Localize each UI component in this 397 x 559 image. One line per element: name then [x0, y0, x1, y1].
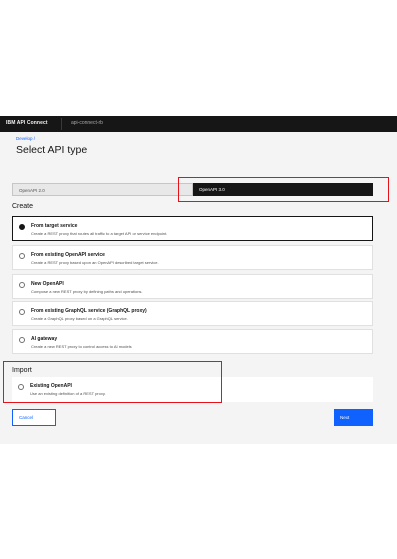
option-description: Create a GraphQL proxy based on a GraphQ… [31, 316, 128, 321]
next-button[interactable]: Next [334, 409, 373, 426]
cancel-button[interactable]: Cancel [12, 409, 56, 426]
divider [61, 118, 62, 130]
radio-icon [19, 253, 25, 259]
option-new-openapi[interactable]: New OpenAPI Compose a new REST proxy by … [12, 274, 373, 299]
option-description: Create a REST proxy that routes all traf… [31, 231, 168, 236]
option-title: From existing OpenAPI service [31, 252, 105, 258]
tab-openapi-2[interactable]: OpenAPI 2.0 [12, 183, 193, 196]
highlight-box-openapi-3 [178, 177, 389, 202]
top-nav-bar: IBM API Connect api-connect-rb [0, 116, 397, 132]
option-title: From target service [31, 223, 78, 229]
option-ai-gateway[interactable]: AI gateway Create a new REST proxy to co… [12, 329, 373, 354]
instance-name: api-connect-rb [71, 120, 103, 126]
radio-icon [19, 337, 25, 343]
main-content: Develop / Select API type OpenAPI 2.0 Op… [0, 132, 397, 444]
page-title: Select API type [16, 144, 88, 156]
highlight-box-import [3, 361, 222, 403]
option-graphql-proxy[interactable]: From existing GraphQL service (GraphQL p… [12, 301, 373, 326]
option-description: Create a new REST proxy to control acces… [31, 344, 132, 349]
option-from-existing-openapi-service[interactable]: From existing OpenAPI service Create a R… [12, 245, 373, 270]
option-title: New OpenAPI [31, 281, 64, 287]
option-from-target-service[interactable]: From target service Create a REST proxy … [12, 216, 373, 241]
option-title: From existing GraphQL service (GraphQL p… [31, 308, 147, 314]
breadcrumb[interactable]: Develop / [16, 136, 35, 141]
option-description: Create a REST proxy based upon an OpenAP… [31, 260, 159, 265]
radio-selected-icon [19, 224, 25, 230]
radio-icon [19, 309, 25, 315]
radio-icon [19, 282, 25, 288]
option-description: Compose a new REST proxy by defining pat… [31, 289, 143, 294]
option-title: AI gateway [31, 336, 58, 342]
create-heading: Create [12, 203, 34, 210]
product-name[interactable]: IBM API Connect [6, 120, 48, 126]
